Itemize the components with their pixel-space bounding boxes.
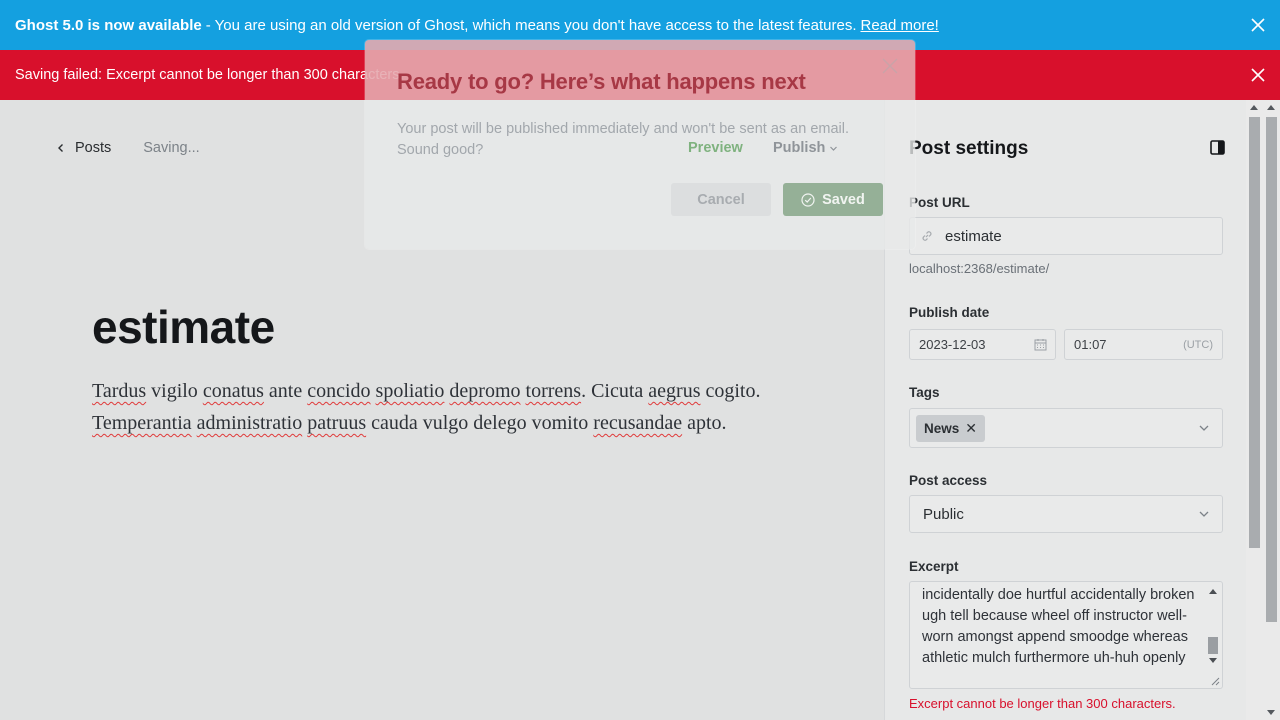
- settings-scrollbar[interactable]: [1246, 100, 1263, 720]
- settings-title: Post settings: [909, 138, 1029, 159]
- misspelled-word: conatus: [202, 380, 264, 402]
- excerpt-text: incidentally doe hurtful accidentally br…: [922, 587, 1195, 666]
- saved-button[interactable]: Saved: [783, 183, 883, 216]
- body-text: vigilo: [146, 380, 203, 402]
- scrollbar-thumb[interactable]: [1266, 117, 1277, 622]
- post-settings-panel: Post settings Post URL estimate localhos…: [884, 100, 1246, 720]
- upgrade-banner-message: - You are using an old version of Ghost,…: [205, 16, 857, 34]
- publish-label: Publish: [773, 140, 826, 156]
- save-status: Saving...: [143, 140, 200, 156]
- timezone-label: (UTC): [1183, 338, 1213, 351]
- remove-tag-icon[interactable]: ✕: [965, 420, 977, 437]
- scrollbar-thumb[interactable]: [1249, 117, 1260, 548]
- post-url-value: estimate: [945, 227, 1002, 245]
- body-text: . Cicuta: [581, 380, 649, 402]
- sidebar-toggle-icon[interactable]: [1210, 140, 1225, 155]
- link-icon: [922, 231, 932, 241]
- error-banner-message: Saving failed: Excerpt cannot be longer …: [15, 67, 404, 83]
- misspelled-word: depromo: [449, 380, 521, 402]
- excerpt-label: Excerpt: [909, 559, 959, 574]
- post-title[interactable]: estimate: [92, 300, 275, 354]
- chevron-down-icon: [1199, 511, 1209, 517]
- body-text: cauda vulgo delego vomito: [366, 412, 594, 434]
- post-url-label: Post URL: [909, 195, 970, 210]
- scroll-down-arrow-icon[interactable]: [1209, 658, 1217, 663]
- calendar-icon[interactable]: [1034, 338, 1047, 351]
- publish-date-label: Publish date: [909, 305, 990, 320]
- tags-label: Tags: [909, 385, 940, 400]
- post-access-label: Post access: [909, 473, 988, 488]
- cancel-button[interactable]: Cancel: [671, 183, 771, 216]
- back-to-posts-link[interactable]: Posts: [56, 140, 111, 156]
- publish-date-value: 2023-12-03: [919, 337, 986, 352]
- publish-time-input[interactable]: 01:07 (UTC): [1064, 329, 1223, 360]
- publish-date-input[interactable]: 2023-12-03: [909, 329, 1056, 360]
- tags-input[interactable]: News ✕: [909, 408, 1223, 448]
- scroll-up-arrow-icon[interactable]: [1250, 105, 1258, 110]
- body-text: cogito.: [700, 380, 761, 402]
- chevron-down-icon[interactable]: [1198, 422, 1210, 434]
- tag-chip[interactable]: News ✕: [916, 415, 986, 442]
- scroll-up-arrow-icon[interactable]: [1209, 589, 1217, 594]
- close-icon[interactable]: [1250, 17, 1266, 33]
- misspelled-word: patruus: [307, 412, 367, 434]
- page-scrollbar[interactable]: [1263, 100, 1280, 720]
- scroll-up-arrow-icon[interactable]: [1267, 105, 1275, 110]
- chevron-left-icon: [58, 144, 63, 152]
- post-access-select[interactable]: Public: [909, 495, 1223, 533]
- misspelled-word: Temperantia: [92, 412, 192, 434]
- misspelled-word: recusandae: [593, 412, 683, 434]
- check-circle-icon: [801, 192, 815, 207]
- publish-dropdown[interactable]: Publish: [773, 140, 838, 156]
- modal-title: Ready to go? Here’s what happens next: [397, 69, 806, 94]
- post-url-hint: localhost:2368/estimate/: [909, 261, 1050, 276]
- excerpt-scrollbar[interactable]: [1206, 584, 1220, 668]
- misspelled-word: torrens: [525, 380, 582, 402]
- close-icon[interactable]: [881, 57, 899, 75]
- read-more-link[interactable]: Read more!: [860, 17, 938, 34]
- misspelled-word: aegrus: [648, 380, 701, 402]
- post-body[interactable]: Tardus vigilo conatus ante concido spoli…: [92, 375, 792, 439]
- publish-time-value: 01:07: [1074, 337, 1107, 352]
- excerpt-error: Excerpt cannot be longer than 300 charac…: [909, 696, 1176, 711]
- publish-modal: Ready to go? Here’s what happens next Yo…: [365, 40, 915, 249]
- close-icon[interactable]: [1250, 67, 1266, 83]
- body-text: ante: [263, 380, 308, 402]
- preview-link[interactable]: Preview: [688, 140, 743, 156]
- back-label: Posts: [75, 140, 112, 156]
- saved-label: Saved: [822, 191, 865, 208]
- editor-header: Posts Saving...: [56, 140, 200, 156]
- upgrade-banner-title: Ghost 5.0 is now available: [15, 16, 202, 34]
- scrollbar-thumb[interactable]: [1208, 637, 1218, 654]
- excerpt-textarea[interactable]: incidentally doe hurtful accidentally br…: [909, 581, 1223, 689]
- misspelled-word: Tardus: [92, 380, 147, 402]
- misspelled-word: administratio: [196, 412, 303, 434]
- misspelled-word: spoliatio: [375, 380, 445, 402]
- body-text: apto.: [682, 412, 727, 434]
- post-url-field[interactable]: estimate: [909, 217, 1223, 255]
- post-access-value: Public: [923, 505, 964, 523]
- scroll-down-arrow-icon[interactable]: [1267, 710, 1275, 715]
- resize-handle-icon[interactable]: [1210, 676, 1220, 686]
- misspelled-word: concido: [307, 380, 371, 402]
- tag-label: News: [924, 421, 960, 436]
- chevron-down-icon: [830, 146, 838, 151]
